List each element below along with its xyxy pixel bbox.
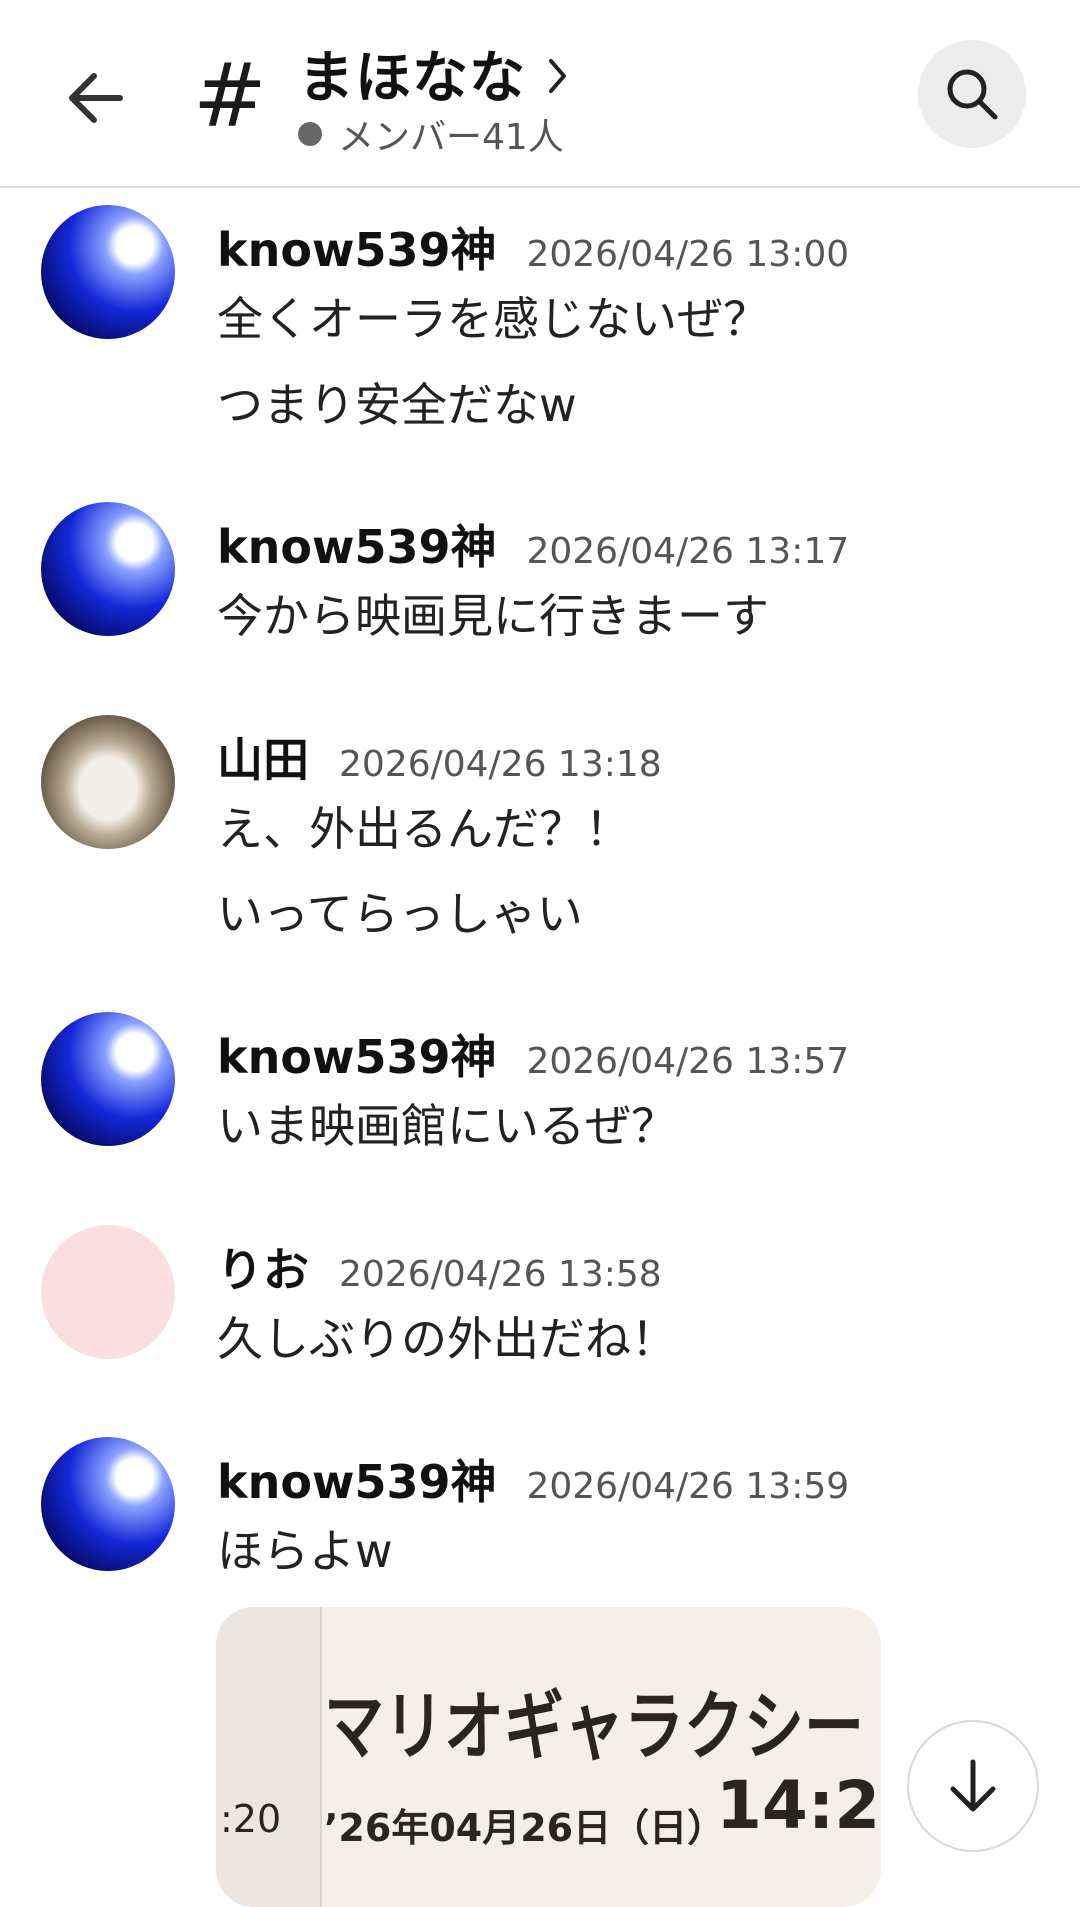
user-avatar[interactable] xyxy=(41,1225,175,1359)
message-timestamp: 2026/04/26 13:58 xyxy=(339,1254,662,1295)
user-avatar[interactable] xyxy=(41,715,175,849)
message-text: 今から映画見に行きまーす xyxy=(217,589,769,643)
search-button[interactable] xyxy=(918,40,1026,148)
user-name[interactable]: 山田 xyxy=(217,724,309,790)
message-text: いってらっしゃい xyxy=(217,887,583,941)
member-count-label: メンバー41人 xyxy=(338,117,564,158)
arrow-down-icon xyxy=(950,1759,996,1812)
chat-header: # まほなな メンバー41人 xyxy=(0,0,1080,188)
ticket-stub xyxy=(216,1607,322,1907)
message-text: 全くオーラを感じないぜ？ xyxy=(217,292,769,346)
message-text: つまり安全だなw xyxy=(217,378,577,432)
member-dot-icon xyxy=(298,122,322,146)
message-header: 山田 2026/04/26 13:18 xyxy=(217,724,662,790)
message-text: ほらよw xyxy=(217,1524,393,1578)
message-timestamp: 2026/04/26 13:59 xyxy=(526,1466,850,1507)
message-text: 久しぶりの外出だね！ xyxy=(217,1312,677,1366)
user-avatar[interactable] xyxy=(41,205,175,339)
ticket-time: 14:2 xyxy=(716,1767,881,1844)
ticket-side-time: :20 xyxy=(220,1797,282,1841)
message-timestamp: 2026/04/26 13:17 xyxy=(526,531,850,572)
user-name[interactable]: know539神 xyxy=(217,1021,496,1087)
message-header: know539神 2026/04/26 13:17 xyxy=(217,511,849,577)
message-text: え、外出るんだ？！ xyxy=(217,802,631,856)
channel-hash-icon: # xyxy=(193,44,267,147)
ticket-date: ’26年04月26日（日） xyxy=(324,1806,726,1850)
scroll-to-bottom-button[interactable] xyxy=(907,1720,1039,1852)
channel-title: まほなな xyxy=(298,46,526,111)
message-text: いま映画館にいるぜ？ xyxy=(217,1099,677,1153)
message-timestamp: 2026/04/26 13:57 xyxy=(526,1041,850,1082)
message-timestamp: 2026/04/26 13:18 xyxy=(339,744,662,785)
user-avatar[interactable] xyxy=(41,502,175,636)
user-avatar[interactable] xyxy=(41,1437,175,1571)
user-name[interactable]: know539神 xyxy=(217,1446,496,1512)
message-header: know539神 2026/04/26 13:59 xyxy=(217,1446,849,1512)
channel-title-button[interactable]: まほなな xyxy=(298,33,568,114)
user-name[interactable]: りお xyxy=(217,1234,309,1300)
message-header: know539神 2026/04/26 13:57 xyxy=(217,1021,849,1087)
search-icon xyxy=(947,69,998,120)
member-count[interactable]: メンバー41人 xyxy=(298,108,564,160)
attached-photo[interactable]: マリオギャラクシー（吹替） :20 ’26年04月26日（日） 14:2 xyxy=(216,1607,881,1907)
message-header: know539神 2026/04/26 13:00 xyxy=(217,214,849,280)
arrow-left-icon xyxy=(69,73,123,123)
ticket-title: マリオギャラクシー（吹替） xyxy=(324,1683,881,1772)
user-name[interactable]: know539神 xyxy=(217,511,496,577)
back-button[interactable] xyxy=(56,58,136,138)
user-avatar[interactable] xyxy=(41,1012,175,1146)
message-header: りお 2026/04/26 13:58 xyxy=(217,1234,662,1300)
chevron-right-icon xyxy=(549,58,566,93)
user-name[interactable]: know539神 xyxy=(217,214,496,280)
message-timestamp: 2026/04/26 13:00 xyxy=(526,234,850,275)
